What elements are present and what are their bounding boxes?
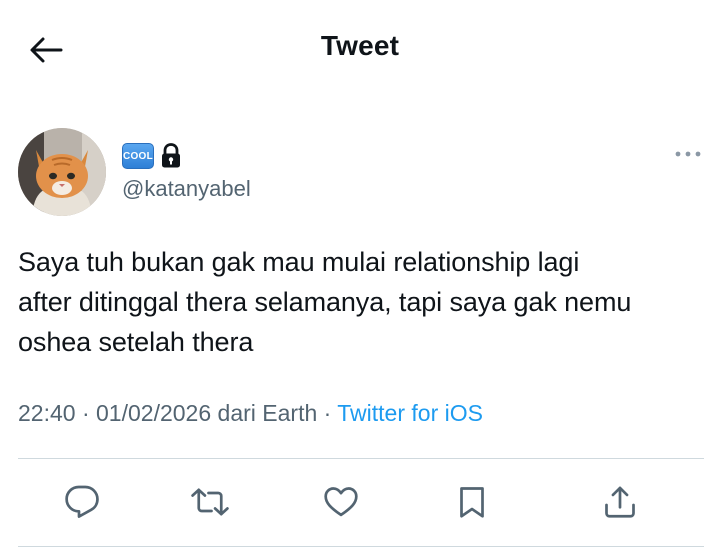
tweet-actions-bar: [18, 472, 704, 536]
retweet-icon: [191, 488, 229, 516]
retweet-button[interactable]: [190, 482, 230, 522]
bookmark-button[interactable]: [452, 482, 492, 522]
tweet-metadata: 22:40 · 01/02/2026 dari Earth · Twitter …: [18, 400, 483, 427]
tweet-author: COOL @katanyabel: [18, 128, 708, 220]
tweet-location: dari Earth: [211, 400, 318, 426]
share-icon: [605, 486, 635, 518]
heart-icon: [324, 487, 358, 517]
reply-button[interactable]: [62, 482, 102, 522]
avatar[interactable]: [18, 128, 106, 216]
cat-avatar-image: [18, 128, 106, 216]
tweet-time[interactable]: 22:40: [18, 400, 76, 426]
more-horizontal-icon: [675, 151, 701, 157]
cool-emoji-badge: COOL: [122, 143, 154, 169]
page-title: Tweet: [320, 30, 400, 61]
divider: [18, 546, 704, 547]
share-button[interactable]: [600, 482, 640, 522]
user-handle[interactable]: @katanyabel: [122, 176, 251, 202]
display-name-row: COOL: [122, 142, 182, 170]
tweet-text: Saya tuh bukan gak mau mulai relationshi…: [18, 247, 632, 357]
top-bar: Tweet: [0, 0, 720, 100]
reply-icon: [65, 485, 99, 518]
divider: [18, 458, 704, 459]
bookmark-icon: [460, 487, 484, 518]
tweet-date[interactable]: 01/02/2026: [96, 400, 211, 426]
meta-separator: ·: [317, 400, 338, 426]
lock-icon: [160, 143, 182, 169]
more-options-button[interactable]: [672, 144, 704, 164]
tweet-source-link[interactable]: Twitter for iOS: [337, 400, 483, 426]
meta-separator: ·: [75, 400, 97, 426]
like-button[interactable]: [321, 482, 361, 522]
